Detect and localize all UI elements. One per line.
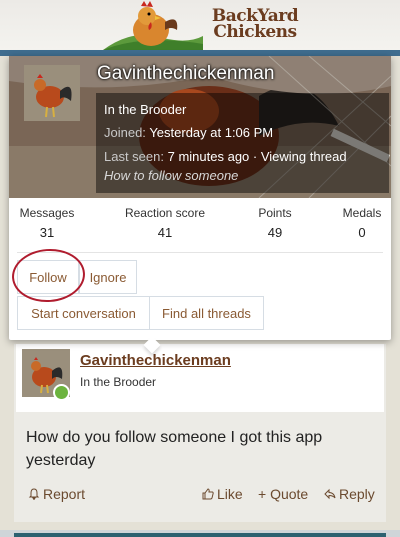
post-user-box: Gavinthechickenman In the Brooder xyxy=(16,344,384,412)
post-user-title: In the Brooder xyxy=(80,375,157,389)
stat-label: Medals xyxy=(342,206,382,220)
profile-banner: Gavinthechickenman In the Brooder Joined… xyxy=(9,56,391,198)
stat-value: 0 xyxy=(358,225,366,240)
report-label: Report xyxy=(43,486,86,502)
stat-medals[interactable]: Medals 0 xyxy=(337,206,387,240)
thumbs-up-icon xyxy=(202,488,214,500)
joined-value: Yesterday at 1:06 PM xyxy=(149,125,274,140)
stat-value: 49 xyxy=(267,225,283,240)
logo-wordmark: BackYard Chickens xyxy=(205,8,305,42)
member-info-box: In the Brooder Joined: Yesterday at 1:06… xyxy=(96,93,389,193)
last-seen-value: 7 minutes ago · Viewing thread xyxy=(167,149,347,164)
reply-button[interactable]: Reply xyxy=(324,486,375,502)
site-header: BackYard Chickens xyxy=(0,0,400,50)
reply-label: Reply xyxy=(339,486,375,502)
site-logo[interactable]: BackYard Chickens xyxy=(103,0,303,50)
card-user-title: In the Brooder xyxy=(104,102,187,117)
post-username-link[interactable]: Gavinthechickenman xyxy=(80,352,231,369)
last-seen-line: Last seen: 7 minutes ago · Viewing threa… xyxy=(104,149,347,164)
quote-button[interactable]: + Quote xyxy=(258,486,308,502)
stat-label: Points xyxy=(258,206,292,220)
thread-post: Gavinthechickenman In the Brooder How do… xyxy=(14,344,386,522)
member-tooltip-card: Gavinthechickenman In the Brooder Joined… xyxy=(9,56,391,340)
rooster-avatar-icon xyxy=(24,65,80,121)
bell-icon xyxy=(28,488,40,500)
card-username-link[interactable]: Gavinthechickenman xyxy=(97,63,274,85)
stat-messages[interactable]: Messages 31 xyxy=(17,206,77,240)
rooster-logo-icon xyxy=(103,1,203,50)
logo-line-2: Chickens xyxy=(213,22,297,42)
joined-label: Joined: xyxy=(104,125,146,140)
find-all-threads-button[interactable]: Find all threads xyxy=(149,296,264,330)
stat-label: Messages xyxy=(19,206,75,220)
like-label: Like xyxy=(217,486,243,502)
report-button[interactable]: Report xyxy=(28,486,85,502)
next-post-edge xyxy=(0,530,400,537)
online-status-indicator xyxy=(53,384,70,401)
stat-value: 31 xyxy=(39,225,55,240)
stat-label: Reaction score xyxy=(124,206,206,220)
ignore-button[interactable]: Ignore xyxy=(79,260,137,294)
current-activity: How to follow someone xyxy=(104,168,239,183)
stat-reaction-score: Reaction score 41 xyxy=(119,206,211,240)
post-actions-bar: Report Like + Quote Reply xyxy=(14,486,386,506)
like-button[interactable]: Like xyxy=(202,486,243,502)
last-seen-label: Last seen: xyxy=(104,149,164,164)
stats-divider xyxy=(17,252,383,253)
stat-points[interactable]: Points 49 xyxy=(249,206,301,240)
stat-value: 41 xyxy=(157,225,173,240)
member-stats: Messages 31 Reaction score 41 Points 49 … xyxy=(9,206,391,248)
post-message: How do you follow someone I got this app… xyxy=(26,429,323,469)
avatar[interactable] xyxy=(24,65,80,121)
joined-line: Joined: Yesterday at 1:06 PM xyxy=(104,125,273,140)
quote-label: + Quote xyxy=(258,486,309,502)
reply-arrow-icon xyxy=(324,488,336,500)
